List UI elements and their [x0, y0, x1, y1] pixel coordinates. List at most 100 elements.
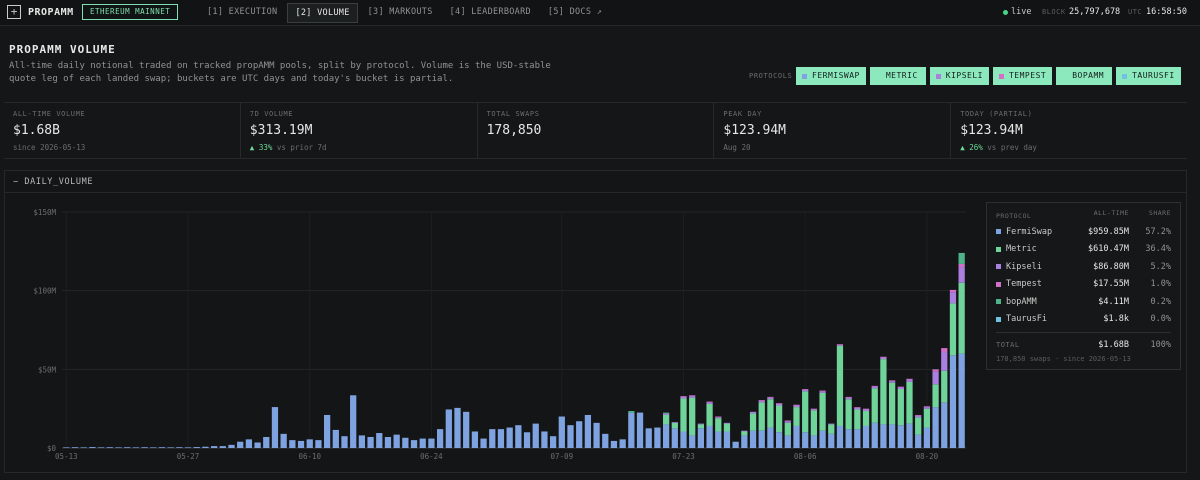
bar-segment-tempest [862, 408, 870, 410]
bar-segment-fermiswap [541, 431, 548, 448]
bar-segment-kipseli [923, 407, 931, 409]
bar-segment-kipseli [854, 407, 861, 410]
bar-segment-kipseli [836, 344, 844, 346]
legend-share: 36.4% [1145, 244, 1171, 255]
bar-segment-fermiswap [689, 435, 696, 448]
bar-segment-metric [897, 389, 904, 426]
bar-segment-tempest [836, 344, 844, 345]
bar-segment-metric [715, 418, 722, 432]
legend-swatch [996, 246, 1001, 252]
bar-segment-fermiswap [237, 441, 244, 448]
legend-footer: 178,850 swaps · since 2026-05-13 [996, 354, 1131, 363]
total-value: $1.68B [1098, 339, 1129, 350]
bar-segment-metric [775, 405, 783, 433]
legend-name: TaurusFi [1006, 314, 1047, 325]
bar-segment-bopamm [662, 412, 670, 414]
legend-value: $86.80M [1093, 261, 1129, 272]
bar-segment-metric [723, 423, 731, 432]
legend-name: bopAMM [1006, 296, 1037, 307]
legend-name-cell: Tempest [996, 279, 1067, 289]
bar-segment-metric [958, 282, 965, 354]
bar-segment-fermiswap [880, 424, 887, 448]
bar-segment-fermiswap [280, 433, 287, 448]
bar-segment-metric [880, 359, 887, 425]
bar-segment-fermiswap [367, 436, 374, 448]
bar-segment-tempest [767, 396, 774, 398]
bar-segment-fermiswap [636, 412, 644, 448]
bar-segment-kipseli [689, 396, 696, 398]
bar-segment-metric [828, 424, 835, 434]
bar-segment-fermiswap [167, 447, 174, 448]
legend-value: $4.11M [1098, 296, 1129, 307]
bar-segment-fermiswap [124, 447, 131, 448]
legend-row-kipseli[interactable]: Kipseli $86.80M 5.2% [996, 258, 1171, 276]
bar-segment-fermiswap [393, 434, 400, 448]
bar-segment-fermiswap [958, 353, 965, 448]
legend-row-bopamm[interactable]: bopAMM $4.11M 0.2% [996, 293, 1171, 311]
bar-segment-kipseli [793, 405, 800, 408]
x-tick-label: 08-06 [794, 452, 817, 461]
bar-segment-kipseli [810, 409, 818, 411]
legend-name: Tempest [1006, 279, 1042, 290]
bar-segment-fermiswap [306, 439, 313, 448]
bar-segment-metric [915, 417, 922, 435]
bar-segment-tempest [923, 406, 931, 408]
bar-segment-fermiswap [862, 425, 870, 448]
bar-segment-bopamm [958, 252, 965, 264]
bar-segment-fermiswap [402, 437, 409, 448]
bar-segment-fermiswap [454, 407, 461, 448]
legend-share: 57.2% [1145, 226, 1171, 237]
bar-segment-bopamm [628, 411, 635, 413]
bar-segment-metric [689, 397, 696, 436]
x-tick-label: 07-23 [672, 452, 695, 461]
legend-name-cell: bopAMM [996, 297, 1067, 307]
header-all-time: ALL-TIME [1093, 209, 1129, 217]
bar-segment-metric [854, 409, 861, 430]
bar-segment-fermiswap [245, 439, 253, 448]
bar-segment-kipseli [862, 409, 870, 412]
bar-segment-metric [793, 407, 800, 426]
bar-segment-fermiswap [97, 447, 105, 448]
bar-segment-kipseli [784, 421, 791, 423]
bar-segment-kipseli [932, 371, 939, 385]
bar-segment-metric [941, 370, 948, 403]
bar-segment-tempest [915, 414, 922, 416]
bar-segment-kipseli [906, 379, 913, 382]
bar-segment-kipseli [706, 402, 713, 404]
legend-row-metric[interactable]: Metric $610.47M 36.4% [996, 241, 1171, 259]
bar-segment-fermiswap [828, 433, 835, 448]
legend-swatch [996, 299, 1001, 305]
bar-segment-metric [802, 391, 809, 433]
bar-segment-kipseli [949, 292, 957, 304]
bar-segment-fermiswap [749, 430, 757, 448]
bar-segment-fermiswap [567, 425, 574, 448]
bar-segment-fermiswap [923, 427, 931, 448]
legend-share: 0.0% [1150, 314, 1171, 325]
bar-segment-kipseli [680, 396, 687, 399]
bar-segment-kipseli [941, 352, 948, 371]
y-tick-label: $100M [33, 287, 56, 296]
bar-segment-metric [697, 424, 705, 429]
legend-name-cell: Metric [996, 244, 1067, 254]
legend-row-taurusfi[interactable]: TaurusFi $1.8k 0.0% [996, 311, 1171, 329]
legend-row-tempest[interactable]: Tempest $17.55M 1.0% [996, 276, 1171, 294]
bar-segment-fermiswap [602, 433, 609, 448]
bar-segment-tempest [958, 263, 965, 268]
bar-segment-fermiswap [645, 428, 652, 448]
bar-segment-fermiswap [671, 428, 678, 448]
bar-segment-kipseli [915, 415, 922, 418]
bar-segment-fermiswap [376, 433, 383, 448]
bar-segment-fermiswap [297, 440, 305, 448]
bar-segment-tempest [793, 404, 800, 406]
bar-segment-fermiswap [63, 447, 70, 448]
x-tick-label: 06-10 [298, 452, 321, 461]
bar-segment-fermiswap [315, 440, 322, 448]
bar-segment-kipseli [741, 430, 748, 432]
legend-total-row: TOTAL $1.68B 100% [996, 336, 1171, 354]
bar-segment-fermiswap [680, 431, 687, 448]
bar-segment-fermiswap [619, 439, 626, 448]
bar-segment-tempest [941, 348, 948, 353]
bar-segment-fermiswap [497, 429, 505, 448]
legend-row-fermiswap[interactable]: FermiSwap $959.85M 57.2% [996, 223, 1171, 241]
bar-segment-kipseli [671, 422, 678, 423]
